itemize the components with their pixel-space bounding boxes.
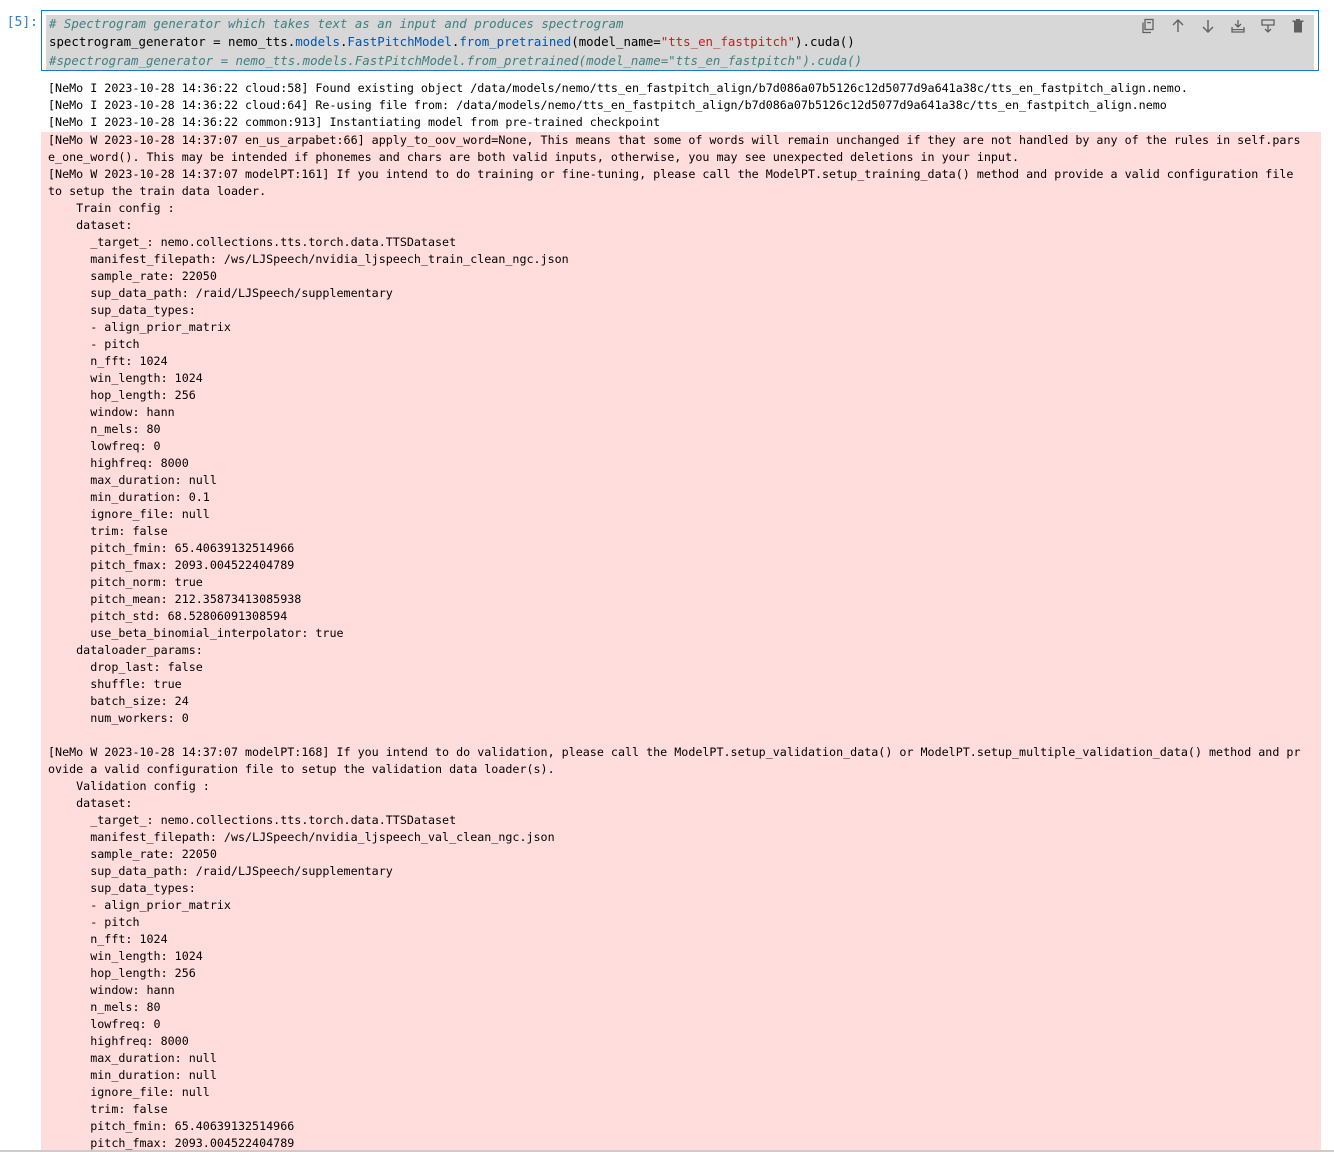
code-token-string: "tts_en_fastpitch"	[660, 34, 796, 50]
output-line: n_fft: 1024	[48, 354, 168, 368]
output-line: sup_data_path: /raid/LJSpeech/supplement…	[48, 864, 393, 878]
output-line: max_duration: null	[48, 473, 217, 487]
cell-output-stderr: [NeMo W 2023-10-28 14:37:07 en_us_arpabe…	[41, 132, 1321, 1152]
insert-cell-below-button[interactable]	[1258, 16, 1278, 36]
move-down-button[interactable]	[1198, 16, 1218, 36]
output-line: lowfreq: 0	[48, 439, 161, 453]
output-line: ignore_file: null	[48, 1085, 210, 1099]
output-line: highfreq: 8000	[48, 1034, 189, 1048]
output-line: window: hann	[48, 983, 175, 997]
output-line: ignore_file: null	[48, 507, 210, 521]
output-line: max_duration: null	[48, 1051, 217, 1065]
output-line: hop_length: 256	[48, 388, 196, 402]
output-line: win_length: 1024	[48, 949, 203, 963]
code-editor[interactable]: # Spectrogram generator which takes text…	[46, 15, 1314, 70]
code-token: (model_name=	[571, 34, 661, 50]
arrow-down-icon	[1202, 20, 1214, 33]
output-line: trim: false	[48, 1102, 168, 1116]
output-line: pitch_fmax: 2093.004522404789	[48, 558, 295, 572]
trash-icon	[1292, 19, 1304, 33]
cell-prompt: [5]:	[6, 15, 38, 30]
output-line: win_length: 1024	[48, 371, 203, 385]
output-line: - pitch	[48, 337, 140, 351]
arrow-up-icon	[1172, 19, 1184, 32]
output-line: min_duration: null	[48, 1068, 217, 1082]
output-line: pitch_norm: true	[48, 575, 203, 589]
output-line: manifest_filepath: /ws/LJSpeech/nvidia_l…	[48, 830, 555, 844]
output-line: lowfreq: 0	[48, 1017, 161, 1031]
output-line: Validation config :	[48, 779, 210, 793]
insert-below-icon	[1261, 19, 1275, 33]
output-line: pitch_fmin: 65.40639132514966	[48, 541, 295, 555]
output-line: dataset:	[48, 796, 133, 810]
output-line: use_beta_binomial_interpolator: true	[48, 626, 344, 640]
cell-toolbar	[1138, 15, 1308, 37]
output-line: sample_rate: 22050	[48, 269, 217, 283]
output-line: dataloader_params:	[48, 643, 203, 657]
output-line: e_one_word(). This may be intended if ph…	[48, 150, 1020, 164]
output-line: [NeMo W 2023-10-28 14:37:07 modelPT:168]…	[48, 745, 1301, 759]
insert-above-icon	[1231, 20, 1245, 33]
output-line: hop_length: 256	[48, 966, 196, 980]
move-up-button[interactable]	[1168, 16, 1188, 36]
output-line: sample_rate: 22050	[48, 847, 217, 861]
code-line-comment: # Spectrogram generator which takes text…	[49, 16, 624, 31]
output-line: [NeMo W 2023-10-28 14:37:07 en_us_arpabe…	[48, 133, 1301, 147]
output-line: - align_prior_matrix	[48, 898, 231, 912]
output-line: [NeMo I 2023-10-28 14:36:22 cloud:58] Fo…	[48, 81, 1188, 95]
code-line-statement: spectrogram_generator = nemo_tts.models.…	[46, 33, 1314, 51]
output-line: batch_size: 24	[48, 694, 189, 708]
output-line: shuffle: true	[48, 677, 182, 691]
output-line: to setup the train data loader.	[48, 184, 267, 198]
output-line: pitch_fmin: 65.40639132514966	[48, 1119, 295, 1133]
output-line: n_mels: 80	[48, 1000, 161, 1014]
output-line: ovide a valid configuration file to setu…	[48, 762, 555, 776]
code-token-attr: models	[295, 34, 340, 50]
output-line: [NeMo I 2023-10-28 14:36:22 cloud:64] Re…	[48, 98, 1167, 112]
code-token-attr: from_pretrained	[459, 34, 572, 50]
delete-cell-button[interactable]	[1288, 16, 1308, 36]
output-line: trim: false	[48, 524, 168, 538]
output-line: n_mels: 80	[48, 422, 161, 436]
copy-icon	[1142, 18, 1154, 34]
output-line: highfreq: 8000	[48, 456, 189, 470]
output-line: min_duration: 0.1	[48, 490, 210, 504]
output-line: manifest_filepath: /ws/LJSpeech/nvidia_l…	[48, 252, 569, 266]
insert-cell-above-button[interactable]	[1228, 16, 1248, 36]
output-line: Train config :	[48, 201, 175, 215]
output-line: [NeMo W 2023-10-28 14:37:07 modelPT:161]…	[48, 167, 1294, 181]
code-cell-input[interactable]: # Spectrogram generator which takes text…	[41, 10, 1319, 71]
output-line: - align_prior_matrix	[48, 320, 231, 334]
code-line-commented-out: #spectrogram_generator = nemo_tts.models…	[46, 51, 1314, 70]
duplicate-cell-button[interactable]	[1138, 16, 1158, 36]
output-line: sup_data_types:	[48, 303, 196, 317]
output-line: dataset:	[48, 218, 133, 232]
output-line: window: hann	[48, 405, 175, 419]
output-line: sup_data_path: /raid/LJSpeech/supplement…	[48, 286, 393, 300]
output-line: num_workers: 0	[48, 711, 189, 725]
code-token-attr: FastPitchModel	[347, 34, 452, 50]
output-line: n_fft: 1024	[48, 932, 168, 946]
cell-output-stdout: [NeMo I 2023-10-28 14:36:22 cloud:58] Fo…	[41, 80, 1321, 131]
code-token: ).cuda()	[795, 34, 855, 50]
output-line: drop_last: false	[48, 660, 203, 674]
output-line: pitch_std: 68.52806091308594	[48, 609, 288, 623]
output-line: - pitch	[48, 915, 140, 929]
output-line: _target_: nemo.collections.tts.torch.dat…	[48, 235, 457, 249]
output-line: pitch_mean: 212.35873413085938	[48, 592, 302, 606]
code-token: spectrogram_generator = nemo_tts.	[49, 34, 296, 50]
output-line: [NeMo I 2023-10-28 14:36:22 common:913] …	[48, 115, 661, 129]
output-line: sup_data_types:	[48, 881, 196, 895]
output-line: _target_: nemo.collections.tts.torch.dat…	[48, 813, 457, 827]
